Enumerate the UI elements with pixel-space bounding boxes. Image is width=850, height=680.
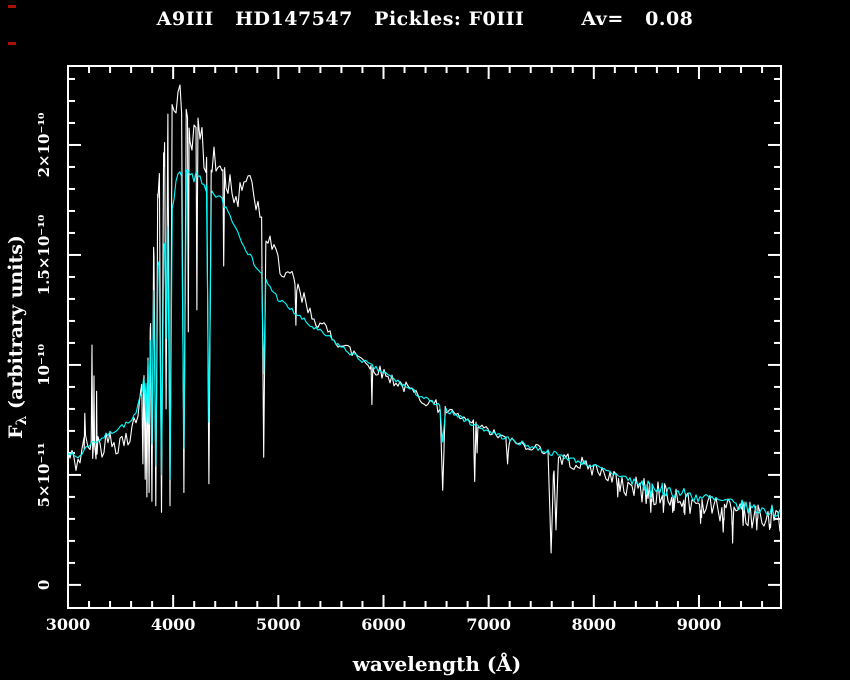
y-axis-title: Fλ (arbitrary units)	[5, 235, 30, 439]
observed-spectrum-line	[68, 85, 780, 553]
x-tick-label: 9000	[677, 615, 722, 634]
plot-frame	[68, 66, 781, 608]
spectrum-chart: 3000 4000 5000 6000 7000 8000 9000 0 5×10⁻¹¹ 10⁻¹…	[0, 0, 850, 680]
template-spectrum-line	[68, 170, 780, 517]
spectrum-plot-window: A9III HD147547 Pickles: F0III Av= 0.08 3…	[0, 0, 850, 680]
red-corner-mark	[8, 42, 16, 45]
y-tick-label: 0	[35, 580, 53, 590]
x-tick-label: 7000	[466, 615, 511, 634]
y-tick-label: 5×10⁻¹¹	[35, 442, 53, 507]
red-corner-mark	[8, 5, 16, 8]
x-axis-title: wavelength (Å)	[352, 652, 522, 676]
y-tick-label: 10⁻¹⁰	[35, 344, 53, 386]
x-tick-label: 6000	[361, 615, 406, 634]
x-tick-label: 3000	[46, 615, 91, 634]
x-tick-label: 8000	[572, 615, 617, 634]
x-tick-label: 4000	[151, 615, 196, 634]
y-tick-label: 2×10⁻¹⁰	[35, 112, 53, 177]
y-tick-label: 1.5×10⁻¹⁰	[35, 214, 53, 295]
x-tick-label: 5000	[256, 615, 301, 634]
